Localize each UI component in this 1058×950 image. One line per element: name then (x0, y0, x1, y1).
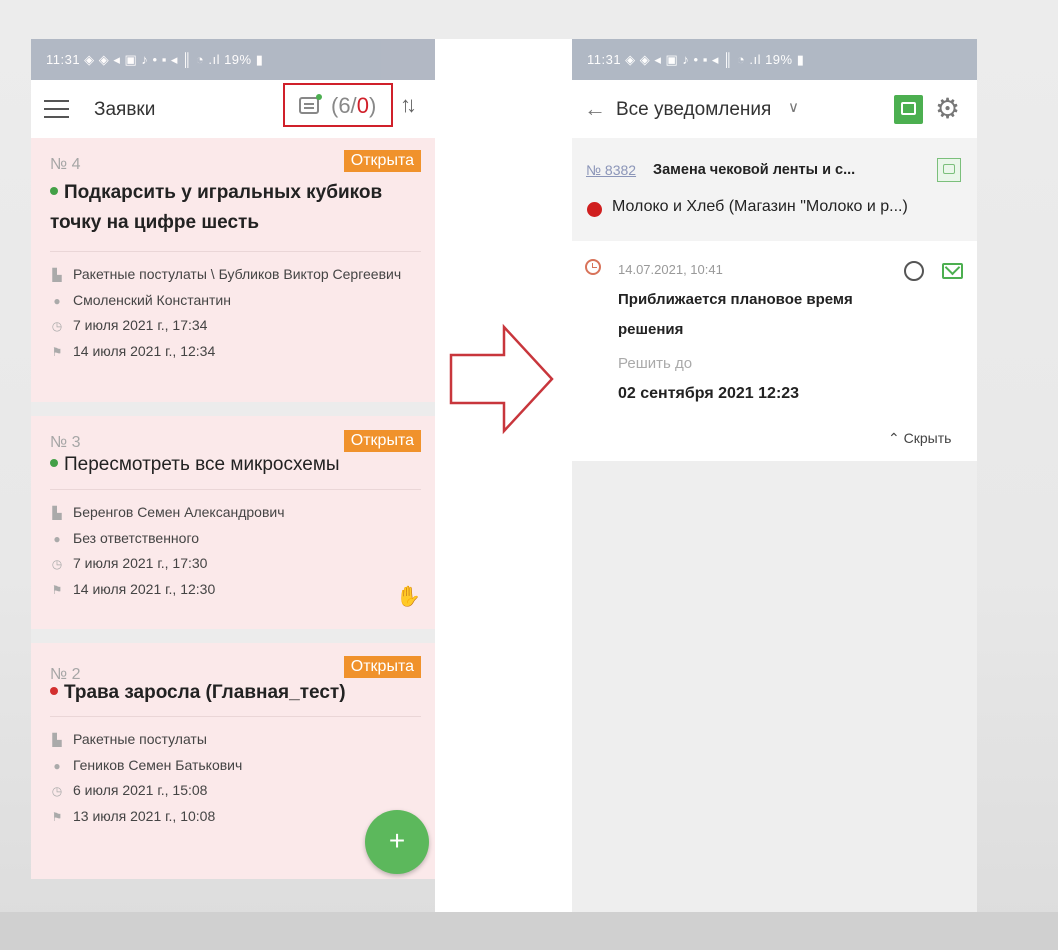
company-icon: ▙ (52, 506, 62, 520)
request-meta: ▙ Беренгов Семен Александрович ● Без ответ… (50, 500, 410, 602)
company-icon: ▙ (52, 268, 62, 282)
client-name: Молоко и Хлеб (Магазин "Молоко и р...) (612, 198, 908, 215)
request-card[interactable]: № 3 Открыта Пересмотреть все микросхемы … (31, 416, 435, 629)
status-badge: Открыта (343, 150, 421, 172)
sort-icon[interactable]: ↑↓ (400, 92, 417, 118)
user-icon: ● (53, 758, 61, 773)
notifications-count: (6/0) (331, 93, 377, 118)
unread-dot (316, 94, 322, 100)
request-title: Пересмотреть все микросхемы (50, 450, 410, 480)
status-bar: 11:31 ◈ ◈ ◂ ▣ ♪ • ▪ ◂ ║ ◔ .ıl 19% ▮ (572, 39, 977, 80)
task-title: Замена чековой ленты и с... (653, 162, 856, 178)
page-title: Заявки (94, 99, 156, 120)
status-dot (50, 459, 58, 467)
flag-icon: ⚑ (51, 582, 63, 597)
notification-card: 14.07.2021, 10:41 Приближается плановое … (572, 241, 977, 461)
task-link[interactable]: № 8382 Замена чековой ленты и с... Молок… (572, 138, 977, 241)
back-arrow-icon[interactable]: ← (584, 96, 606, 122)
notifications-screen: 11:31 ◈ ◈ ◂ ▣ ♪ • ▪ ◂ ║ ◔ .ıl 19% ▮ ← Вс… (572, 39, 977, 912)
chat-icon (299, 97, 319, 114)
transition-arrow-icon (449, 323, 554, 435)
notification-date: 14.07.2021, 10:41 (618, 262, 723, 277)
client-status-dot (587, 202, 602, 217)
request-title: Подкарсить у игральных кубиков точку на … (50, 182, 383, 233)
gear-icon[interactable]: ⚙ (935, 92, 960, 125)
status-badge: Открыта (343, 656, 421, 678)
user-icon: ● (53, 293, 61, 308)
envelope-open-icon[interactable] (937, 158, 961, 182)
separator-panel (435, 39, 572, 912)
divider (50, 716, 421, 717)
user-icon: ● (53, 531, 61, 546)
status-dot (50, 687, 58, 695)
clock-icon: ◷ (51, 784, 63, 798)
notifications-counter-button[interactable]: (6/0) (283, 83, 393, 127)
background-bottom-strip (0, 912, 1058, 950)
flag-icon: ⚑ (51, 344, 63, 359)
request-title: Трава заросла (Главная_тест) (50, 678, 410, 708)
chevron-down-icon[interactable]: ∨ (788, 98, 799, 116)
requests-screen: 11:31 ◈ ◈ ◂ ▣ ♪ • ▪ ◂ ║ ◔ .ıl 19% ▮ Заяв… (31, 39, 435, 879)
mark-read-toggle[interactable] (904, 261, 924, 281)
hand-icon[interactable]: ✋ (396, 584, 421, 609)
envelope-open-icon (901, 102, 916, 115)
request-number: № 4 (50, 156, 81, 173)
card-gap (31, 402, 435, 416)
due-label: Решить до (618, 355, 693, 372)
divider (50, 251, 421, 252)
clock-icon: ◷ (51, 557, 63, 571)
menu-icon[interactable] (44, 100, 69, 124)
hide-button[interactable]: ⌃ Скрыть (888, 430, 951, 447)
notification-title: Приближается плановое время решения (618, 291, 853, 338)
company-icon: ▙ (52, 733, 62, 747)
mark-all-read-button[interactable] (894, 95, 923, 124)
divider (50, 489, 421, 490)
due-value: 02 сентября 2021 12:23 (618, 385, 800, 402)
filter-dropdown[interactable]: Все уведомления (616, 99, 771, 121)
request-meta: ▙ Ракетные постулаты \ Бубликов Виктор Се… (50, 262, 410, 364)
task-number[interactable]: № 8382 (586, 162, 636, 178)
flag-icon: ⚑ (51, 809, 63, 824)
app-header: ← Все уведомления ∨ ⚙ (572, 80, 977, 138)
envelope-icon[interactable] (942, 263, 963, 279)
clock-icon: ◷ (51, 319, 63, 333)
status-dot (50, 187, 58, 195)
request-card[interactable]: № 4 Открыта Подкарсить у игральных кубик… (31, 138, 435, 402)
card-gap (31, 629, 435, 643)
request-meta: ▙ Ракетные постулаты ● Геников Семен Батьк… (50, 727, 410, 829)
status-bar: 11:31 ◈ ◈ ◂ ▣ ♪ • ▪ ◂ ║ ◔ .ıl 19% ▮ (31, 39, 435, 80)
clock-icon (585, 259, 601, 275)
add-request-button[interactable]: + (365, 810, 429, 874)
status-badge: Открыта (343, 430, 421, 452)
app-header: Заявки (6/0) ↑↓ (31, 80, 435, 138)
